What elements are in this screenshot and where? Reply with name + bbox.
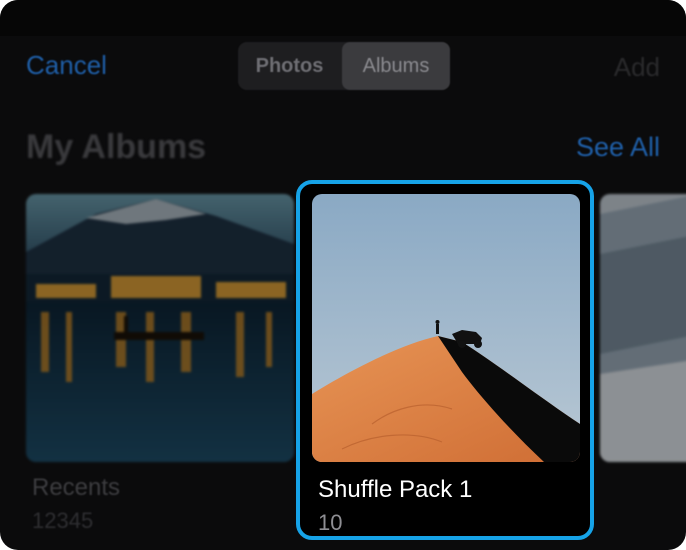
- album-card-recents[interactable]: Recents 12345: [26, 194, 294, 534]
- top-strip: [0, 0, 686, 36]
- album-card-shuffle-pack-1[interactable]: Shuffle Pack 1 10: [312, 194, 580, 535]
- album-name: Recents: [32, 474, 121, 501]
- add-button[interactable]: Add: [614, 52, 660, 83]
- cancel-button[interactable]: Cancel: [26, 50, 107, 81]
- see-all-link[interactable]: See All: [576, 132, 660, 163]
- navigation-bar: Cancel Photos Albums Add: [0, 36, 686, 100]
- album-card-partial[interactable]: [600, 194, 686, 534]
- segment-photos[interactable]: Photos: [238, 42, 341, 90]
- album-thumbnail-recents: [26, 194, 294, 462]
- album-count: 12345: [32, 508, 94, 533]
- photos-albums-segmented-control: Photos Albums: [238, 42, 450, 90]
- section-title: My Albums: [26, 128, 207, 166]
- segment-albums[interactable]: Albums: [342, 42, 450, 90]
- album-name: Shuffle Pack 1: [318, 476, 473, 503]
- album-thumbnail-partial: [600, 194, 686, 462]
- album-count: 10: [318, 510, 343, 535]
- album-thumbnail-shuffle-pack-1: [312, 194, 580, 462]
- album-picker-window: Cancel Photos Albums Add My Albums See A…: [0, 0, 686, 550]
